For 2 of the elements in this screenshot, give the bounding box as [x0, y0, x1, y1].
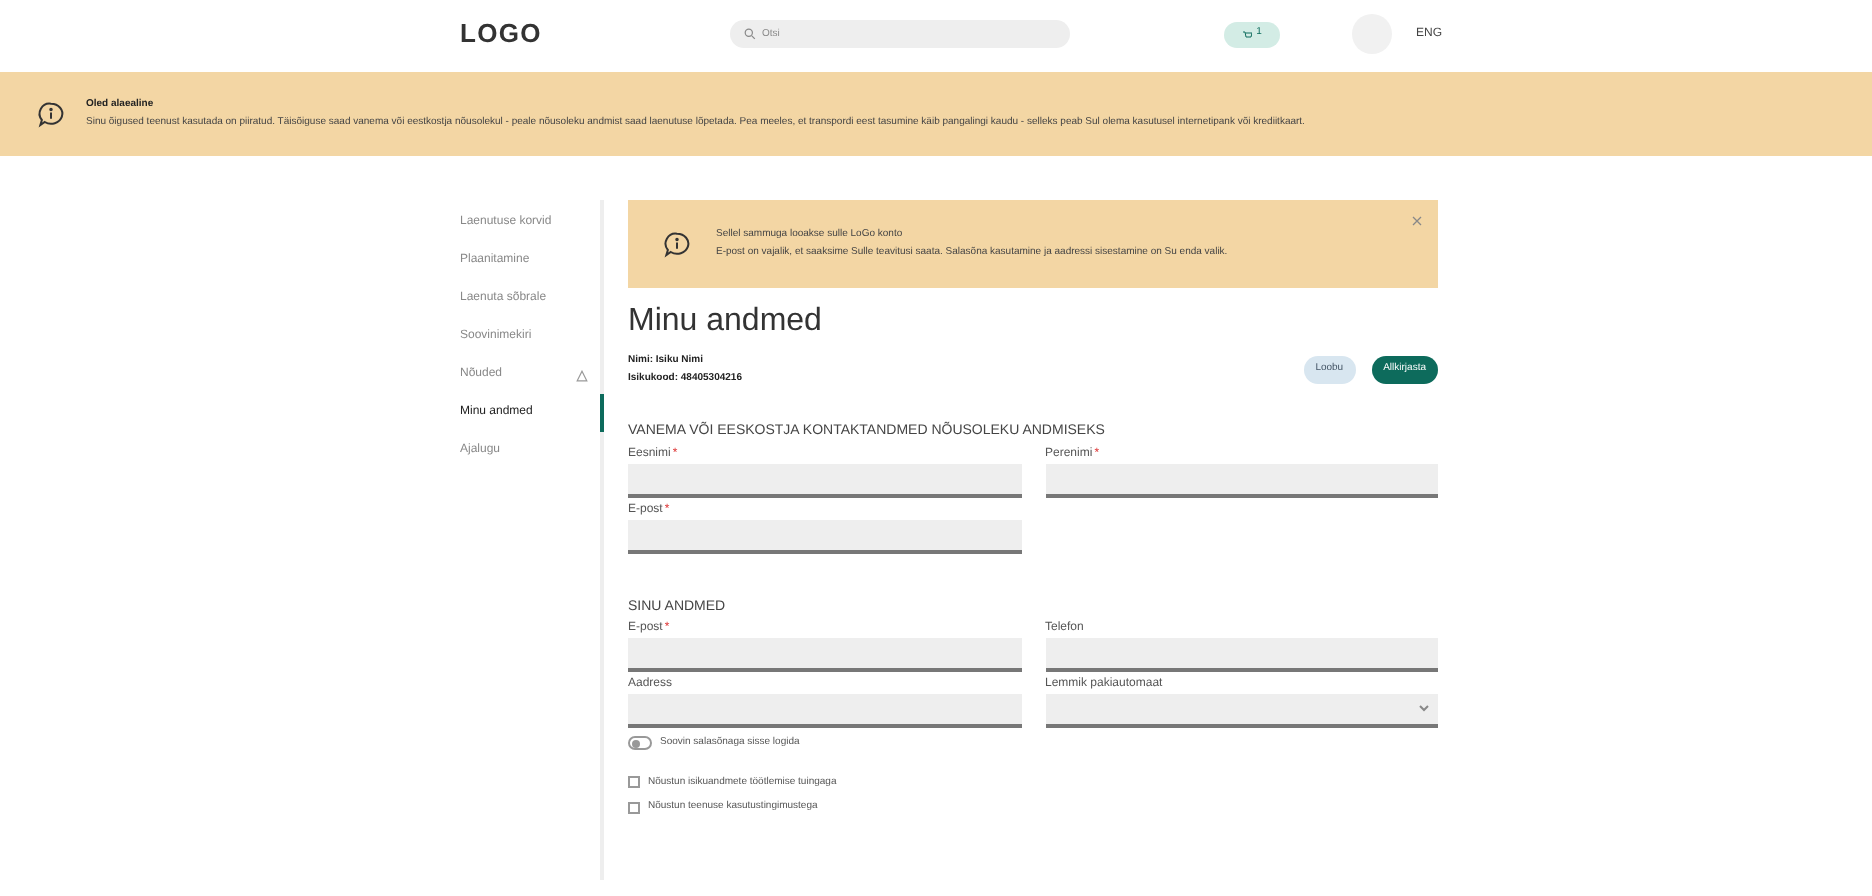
logo[interactable]: LOGO — [460, 14, 730, 54]
page-title: Minu andmed — [628, 302, 824, 342]
